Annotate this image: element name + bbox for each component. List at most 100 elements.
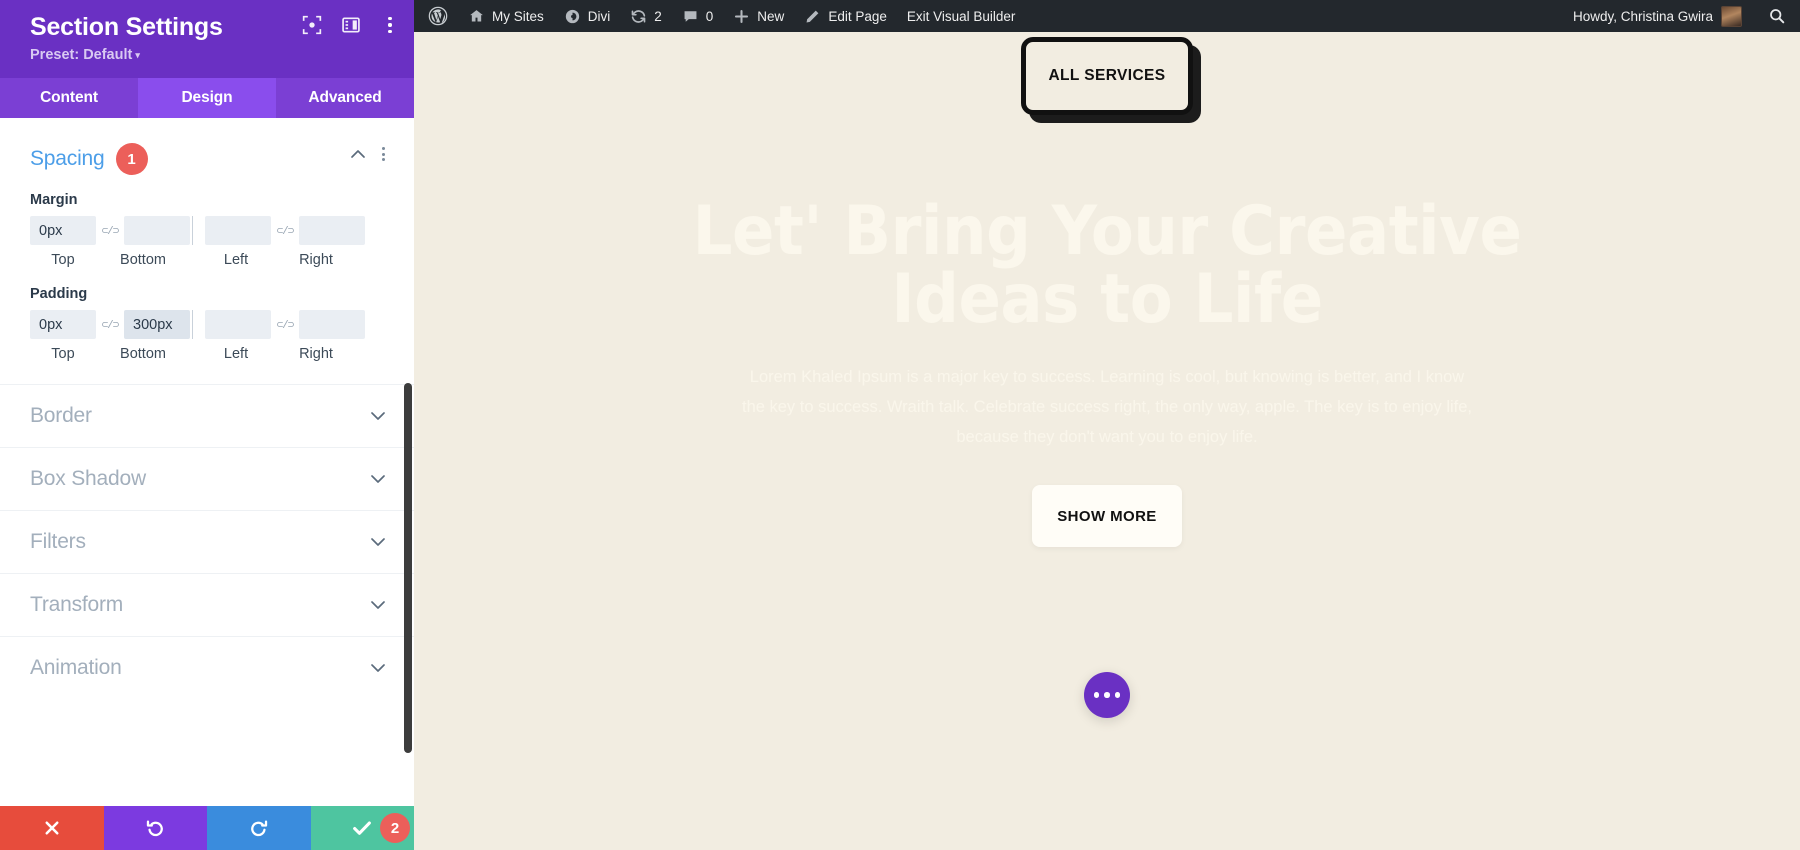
screen-root: Section Settings Preset: Default ▾ Conte… [0,0,1800,850]
margin-top-input[interactable] [30,216,96,245]
updates-icon [630,8,647,25]
padding-right-input[interactable] [299,310,365,339]
avatar [1721,5,1742,27]
chevron-down-icon[interactable] [370,597,386,613]
adminbar-account[interactable]: Howdy, Christina Gwira [1572,5,1752,27]
margin-left-input[interactable] [205,216,271,245]
module-row-transform[interactable]: Transform [0,573,414,636]
module-row-filters[interactable]: Filters [0,510,414,573]
adminbar-new[interactable]: New [723,0,794,32]
show-more-button[interactable]: SHOW MORE [1032,485,1182,548]
adminbar-updates[interactable]: 2 [620,0,672,32]
padding-label: Padding [30,286,88,302]
margin-captions: Top Bottom Left Right [30,252,384,268]
page-canvas: ALL SERVICES Let' Bring Your Creative Id… [414,32,1800,850]
module-row-box-shadow[interactable]: Box Shadow [0,447,414,510]
preset-selector[interactable]: Preset: Default ▾ [30,47,396,63]
chevron-up-icon[interactable] [350,146,366,162]
padding-caption-right: Right [299,346,333,362]
hero-title: Let' Bring Your Creative Ideas to Life [469,198,1744,334]
module-label-filters: Filters [30,530,86,553]
module-label-border: Border [30,404,92,427]
tab-content[interactable]: Content [0,78,138,118]
margin-divider [192,216,193,245]
padding-bottom-input[interactable] [124,310,190,339]
check-icon [353,821,372,835]
module-row-animation[interactable]: Animation [0,636,414,699]
wordpress-logo-icon [428,6,448,26]
module-label-animation: Animation [30,656,122,679]
padding-horizontal-link-icon[interactable]: ⊂/⊃ [271,318,299,332]
fab-dot [1114,692,1121,698]
undo-button[interactable] [103,806,207,850]
more-options-fab[interactable] [1084,672,1130,718]
panel-action-bar: 2 [0,806,414,850]
adminbar-my-sites[interactable]: My Sites [458,0,554,32]
section-settings-panel: Section Settings Preset: Default ▾ Conte… [0,0,414,850]
padding-vertical-link-icon[interactable]: ⊂/⊃ [96,318,124,332]
margin-horizontal-link-icon[interactable]: ⊂/⊃ [271,224,299,238]
padding-row: ⊂/⊃ ⊂/⊃ [30,310,384,339]
padding-caption-bottom: Bottom [120,346,166,362]
adminbar-edit-page[interactable]: Edit Page [794,0,897,32]
chevron-down-icon[interactable] [370,408,386,424]
tab-advanced[interactable]: Advanced [276,78,414,118]
adminbar-search-button[interactable] [1752,7,1800,25]
margin-bottom-input[interactable] [124,216,190,245]
wordpress-admin-bar: My Sites Divi 2 0 New Edit Page Exit Vis… [414,0,1800,32]
margin-right-input[interactable] [299,216,365,245]
hero-title-line-2: Ideas to Life [891,260,1323,339]
more-vertical-icon[interactable] [380,14,400,36]
adminbar-exit-visual-builder[interactable]: Exit Visual Builder [897,0,1026,32]
panel-header: Section Settings Preset: Default ▾ [0,0,414,78]
adminbar-updates-count: 2 [654,8,662,24]
spacing-section-header[interactable]: Spacing 1 [30,142,385,176]
chevron-down-icon: ▾ [135,49,140,60]
adminbar-comments-count: 0 [705,8,714,24]
step-badge-2: 2 [380,813,410,843]
margin-horizontal-group: ⊂/⊃ [205,216,365,245]
preset-label: Preset: Default [30,46,133,63]
padding-caption-top: Top [51,346,75,362]
panel-scrollbar[interactable] [404,383,412,753]
adminbar-new-label: New [757,8,785,24]
panel-tabs: Content Design Advanced [0,78,414,118]
redo-button[interactable] [207,806,311,850]
padding-left-input[interactable] [205,310,271,339]
panel-header-icons [302,14,400,36]
adminbar-comments[interactable]: 0 [672,0,724,32]
module-row-border[interactable]: Border [0,384,414,447]
focus-frame-icon[interactable] [302,15,322,35]
hero-title-line-1: Let' Bring Your Creative [692,192,1522,271]
panel-body: Spacing 1 Margin ⊂/⊃ [0,118,414,806]
margin-vertical-link-icon[interactable]: ⊂/⊃ [96,224,124,238]
padding-caption-left: Left [223,346,249,362]
tab-design[interactable]: Design [138,78,276,118]
margin-caption-top: Top [51,252,75,268]
fab-dot [1093,692,1100,698]
margin-label: Margin [30,192,78,208]
fab-dot [1104,692,1110,698]
chevron-down-icon[interactable] [370,471,386,487]
cancel-button[interactable] [0,806,104,850]
chevron-down-icon[interactable] [370,660,386,676]
panel-layout-icon[interactable] [341,15,361,35]
chevron-down-icon[interactable] [370,534,386,550]
adminbar-divi[interactable]: Divi [554,0,621,32]
margin-row: ⊂/⊃ ⊂/⊃ [30,216,384,245]
comments-icon [682,8,699,25]
module-label-box-shadow: Box Shadow [30,467,146,490]
margin-vertical-group: ⊂/⊃ [30,216,190,245]
margin-caption-bottom: Bottom [120,252,166,268]
margin-caption-right: Right [299,252,333,268]
adminbar-howdy-label: Howdy, Christina Gwira [1572,8,1713,24]
adminbar-wordpress-logo[interactable] [414,0,458,32]
padding-top-input[interactable] [30,310,96,339]
padding-divider [192,310,193,339]
plus-icon [733,8,750,25]
pencil-icon [804,8,821,25]
spacing-header-controls [350,146,385,162]
adminbar-edit-page-label: Edit Page [828,8,887,24]
spacing-more-icon[interactable] [382,147,385,161]
redo-icon [251,820,268,836]
